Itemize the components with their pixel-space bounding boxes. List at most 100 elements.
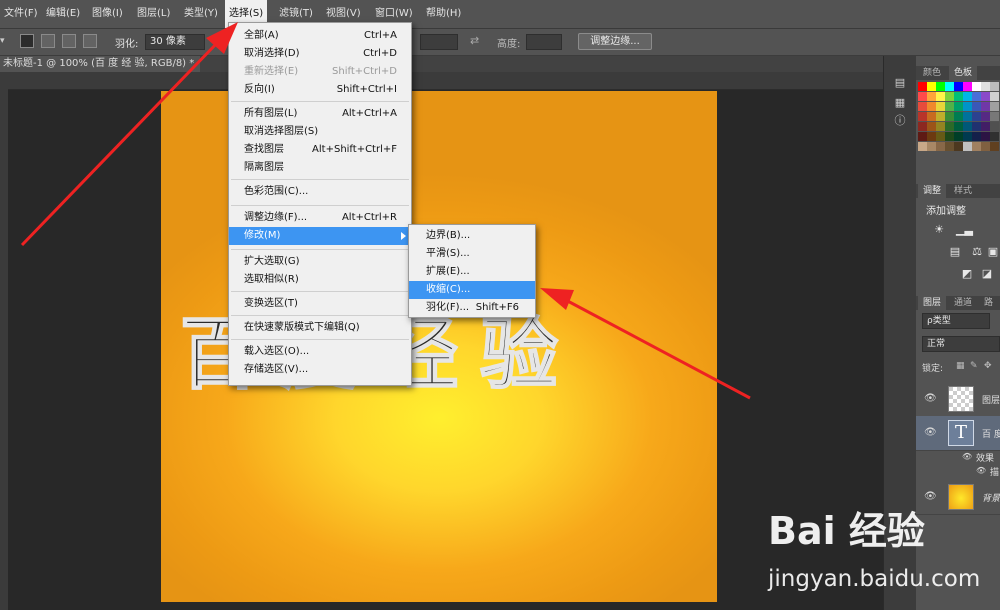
stroke-eye-icon[interactable]: 👁	[976, 465, 990, 477]
color-swatch[interactable]	[927, 132, 936, 141]
gradient-map-icon[interactable]: ◪	[980, 268, 994, 280]
color-swatch[interactable]	[972, 142, 981, 151]
color-swatch[interactable]	[945, 92, 954, 101]
modify-submenu-item[interactable]: 边界(B)...	[409, 227, 535, 245]
color-swatch[interactable]	[963, 82, 972, 91]
color-swatch[interactable]	[972, 102, 981, 111]
layer-effects-row[interactable]: 👁 效果	[916, 450, 1000, 464]
photo-filter-icon[interactable]: ▣	[986, 246, 1000, 258]
color-swatch[interactable]	[936, 92, 945, 101]
color-swatch[interactable]	[981, 82, 990, 91]
color-swatch[interactable]	[990, 82, 999, 91]
menu-edit[interactable]: 编辑(E)	[42, 0, 84, 28]
menu-file[interactable]: 文件(F)	[0, 0, 42, 28]
color-swatch[interactable]	[972, 122, 981, 131]
color-swatch[interactable]	[990, 122, 999, 131]
color-swatch[interactable]	[927, 102, 936, 111]
color-swatch[interactable]	[945, 122, 954, 131]
color-swatch[interactable]	[972, 112, 981, 121]
tab-styles[interactable]: 样式	[949, 184, 977, 198]
black-white-icon[interactable]: ⚖	[970, 246, 984, 258]
layer-row[interactable]: 👁 图层	[916, 382, 1000, 417]
color-swatch[interactable]	[981, 142, 990, 151]
invert-icon[interactable]: ◩	[960, 268, 974, 280]
color-swatch[interactable]	[918, 122, 927, 131]
color-swatch[interactable]	[927, 122, 936, 131]
color-swatch[interactable]	[954, 92, 963, 101]
select-menu-item[interactable]: 选取相似(R)	[229, 271, 411, 289]
color-swatch[interactable]	[954, 132, 963, 141]
modify-submenu-item[interactable]: 羽化(F)... Shift+F6	[409, 299, 535, 317]
tab-channels[interactable]: 通道	[949, 296, 977, 310]
modify-submenu-item[interactable]: 扩展(E)...	[409, 263, 535, 281]
layer-row-selected[interactable]: 👁 T 百 度	[916, 416, 1000, 451]
add-to-selection-icon[interactable]	[41, 34, 55, 48]
color-swatch[interactable]	[945, 132, 954, 141]
color-swatch[interactable]	[945, 112, 954, 121]
tab-layers[interactable]: 图层	[918, 296, 947, 310]
visibility-eye-icon[interactable]: 👁	[924, 427, 938, 439]
select-menu-item[interactable]: 反向(I) Shift+Ctrl+I	[229, 81, 411, 99]
select-menu-item[interactable]: 在快速蒙版模式下编辑(Q)	[229, 319, 411, 337]
levels-icon[interactable]: ▁▃	[956, 224, 973, 236]
select-menu-item[interactable]: 隔离图层	[229, 159, 411, 177]
width-input[interactable]	[420, 34, 458, 50]
select-menu-item[interactable]: 色彩范围(C)...	[229, 183, 411, 201]
color-swatch[interactable]	[945, 102, 954, 111]
color-swatch[interactable]	[918, 82, 927, 91]
tab-swatches[interactable]: 色板	[949, 66, 978, 80]
color-swatch[interactable]	[963, 112, 972, 121]
color-swatch[interactable]	[990, 102, 999, 111]
modify-submenu-item[interactable]: 收缩(C)...	[409, 281, 535, 299]
select-menu-item[interactable]: 扩大选取(G)	[229, 253, 411, 271]
color-swatch[interactable]	[963, 142, 972, 151]
swap-dimensions-icon[interactable]: ⇄	[470, 34, 479, 47]
tab-paths[interactable]: 路	[979, 296, 998, 310]
select-menu-item[interactable]: 载入选区(O)...	[229, 343, 411, 361]
menu-help[interactable]: 帮助(H)	[422, 0, 465, 28]
color-swatch[interactable]	[954, 142, 963, 151]
select-menu-item[interactable]: 全部(A) Ctrl+A	[229, 27, 411, 45]
intersect-selection-icon[interactable]	[83, 34, 97, 48]
select-menu-item[interactable]: 修改(M)	[229, 227, 411, 245]
color-swatch[interactable]	[927, 92, 936, 101]
lock-pixels-icon[interactable]: ▦	[956, 361, 965, 371]
color-balance-icon[interactable]: ▤	[948, 246, 962, 258]
color-swatch[interactable]	[936, 142, 945, 151]
color-swatch[interactable]	[981, 102, 990, 111]
color-swatch[interactable]	[990, 92, 999, 101]
lock-position-icon[interactable]: ✥	[984, 361, 992, 371]
color-swatch[interactable]	[990, 142, 999, 151]
lock-image-icon[interactable]: ✎	[970, 361, 978, 371]
visibility-eye-icon[interactable]: 👁	[924, 393, 938, 405]
history-icon[interactable]: ▤	[892, 76, 908, 90]
select-menu-item[interactable]: 查找图层 Alt+Shift+Ctrl+F	[229, 141, 411, 159]
color-swatch[interactable]	[963, 92, 972, 101]
select-menu-item[interactable]: 取消选择图层(S)	[229, 123, 411, 141]
select-menu-item[interactable]: 重新选择(E) Shift+Ctrl+D	[229, 63, 411, 81]
layer-kind-filter[interactable]: ρ类型	[922, 313, 990, 329]
color-swatch[interactable]	[927, 142, 936, 151]
color-swatch[interactable]	[981, 122, 990, 131]
color-swatch[interactable]	[963, 102, 972, 111]
menu-image[interactable]: 图像(I)	[88, 0, 127, 28]
feather-input[interactable]: 30 像素	[145, 34, 205, 50]
height-input[interactable]	[526, 34, 562, 50]
color-swatch[interactable]	[927, 112, 936, 121]
color-swatch[interactable]	[918, 92, 927, 101]
color-swatch[interactable]	[981, 112, 990, 121]
color-swatch[interactable]	[954, 112, 963, 121]
color-swatch[interactable]	[972, 82, 981, 91]
select-menu-item[interactable]: 所有图层(L) Alt+Ctrl+A	[229, 105, 411, 123]
refine-edge-button[interactable]: 调整边缘...	[578, 33, 652, 50]
modify-submenu-item[interactable]: 平滑(S)...	[409, 245, 535, 263]
color-swatch[interactable]	[954, 122, 963, 131]
select-menu-item[interactable]: 调整边缘(F)... Alt+Ctrl+R	[229, 209, 411, 227]
select-menu-item[interactable]: 存储选区(V)...	[229, 361, 411, 379]
color-swatch[interactable]	[936, 132, 945, 141]
color-swatch[interactable]	[954, 102, 963, 111]
new-selection-icon[interactable]	[20, 34, 34, 48]
color-swatch[interactable]	[936, 102, 945, 111]
tab-color[interactable]: 颜色	[918, 66, 946, 80]
color-swatch[interactable]	[954, 82, 963, 91]
